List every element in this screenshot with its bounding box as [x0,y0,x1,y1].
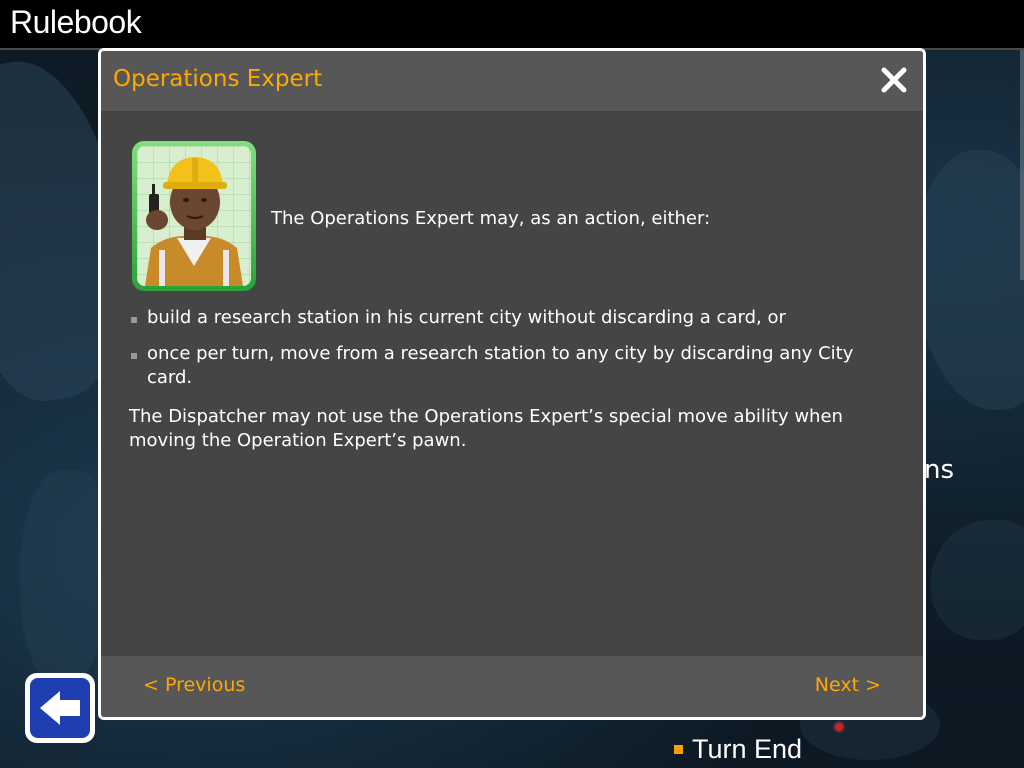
list-item: build a research station in his current … [129,306,889,330]
bullet-icon [131,317,137,323]
close-button[interactable] [879,65,909,95]
next-button[interactable]: Next > [815,674,881,696]
menu-item-turn-end[interactable]: Turn End [674,734,802,765]
title-bar: Rulebook [0,0,1024,50]
rule-dialog: Operations Expert The Operations Expert … [98,48,926,720]
operations-expert-portrait [132,141,256,291]
intro-text: The Operations Expert may, as an action,… [271,208,711,229]
turn-end-label: Turn End [692,734,803,764]
bullet-icon [674,745,683,754]
page-title: Rulebook [10,4,142,40]
portrait-image [137,146,251,286]
back-button[interactable] [25,673,95,743]
game-screen: Rulebook ns Turn End Operations Expert T… [0,0,1024,768]
dispatcher-note: The Dispatcher may not use the Operation… [129,406,843,451]
background-menu-text: ns [924,455,955,485]
ability-list: build a research station in his current … [129,306,889,402]
previous-button[interactable]: < Previous [143,674,245,696]
list-item-text: once per turn, move from a research stat… [147,343,854,388]
bullet-icon [131,353,137,359]
dialog-title: Operations Expert [113,66,323,92]
map-landmass [915,150,1024,410]
dialog-footer: < Previous Next > [101,656,923,717]
list-item: once per turn, move from a research stat… [129,342,889,390]
back-arrow-icon [30,678,90,738]
list-item-text: build a research station in his current … [147,307,786,328]
map-city-marker [835,723,843,731]
dialog-header: Operations Expert [101,51,923,111]
close-icon [881,67,907,93]
scrollbar[interactable] [1020,50,1024,280]
map-landmass [930,520,1024,640]
map-landmass [20,470,110,690]
